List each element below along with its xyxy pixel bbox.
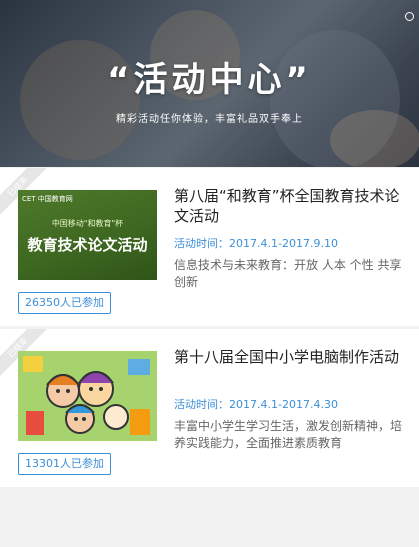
activity-time: 活动时间：2017.4.1-2017.9.10 (174, 237, 338, 250)
activity-description: 丰富中小学生学习生活，激发创新精神，培养实践能力，全面推进素质教育 (174, 419, 403, 450)
participant-count-button[interactable]: 26350人已参加 (18, 292, 111, 314)
banner-subtitle: 精彩活动任你体验，丰富礼品双手奉上 (116, 114, 303, 125)
thumbnail-title: 教育技术论文活动 (27, 236, 148, 254)
activity-title[interactable]: 第八届“和教育”杯全国教育技术论文活动 (174, 186, 406, 226)
activity-title[interactable]: 第十八届全国中小学电脑制作活动 (174, 347, 406, 367)
activity-time: 活动时间：2017.4.1-2017.4.30 (174, 398, 338, 411)
kids-illustration-icon (18, 351, 157, 441)
activity-thumbnail[interactable]: CET 中国教育网 中国移动"和教育"杯 教育技术论文活动 (18, 190, 157, 280)
activity-center-banner[interactable]: “活动中心” 精彩活动任你体验，丰富礼品双手奉上 (0, 0, 419, 167)
thumbnail-logo-text: CET 中国教育网 (22, 195, 73, 203)
carousel-indicator-icon[interactable] (405, 12, 414, 21)
activity-card[interactable]: 已结束 第十八届全国中小学电脑制作活动 活动时间：2017.4.1-2017.4… (0, 329, 419, 487)
participant-count-button[interactable]: 13301人已参加 (18, 453, 111, 475)
thumbnail-subtitle: 中国移动"和教育"杯 (51, 219, 124, 228)
banner-title: “活动中心” (107, 60, 312, 100)
activity-card[interactable]: 已结束 CET 中国教育网 中国移动"和教育"杯 教育技术论文活动 第八届“和教… (0, 168, 419, 326)
activity-thumbnail[interactable] (18, 351, 157, 441)
activity-description: 信息技术与未来教育：开放 人本 个性 共享 创新 (174, 258, 402, 289)
